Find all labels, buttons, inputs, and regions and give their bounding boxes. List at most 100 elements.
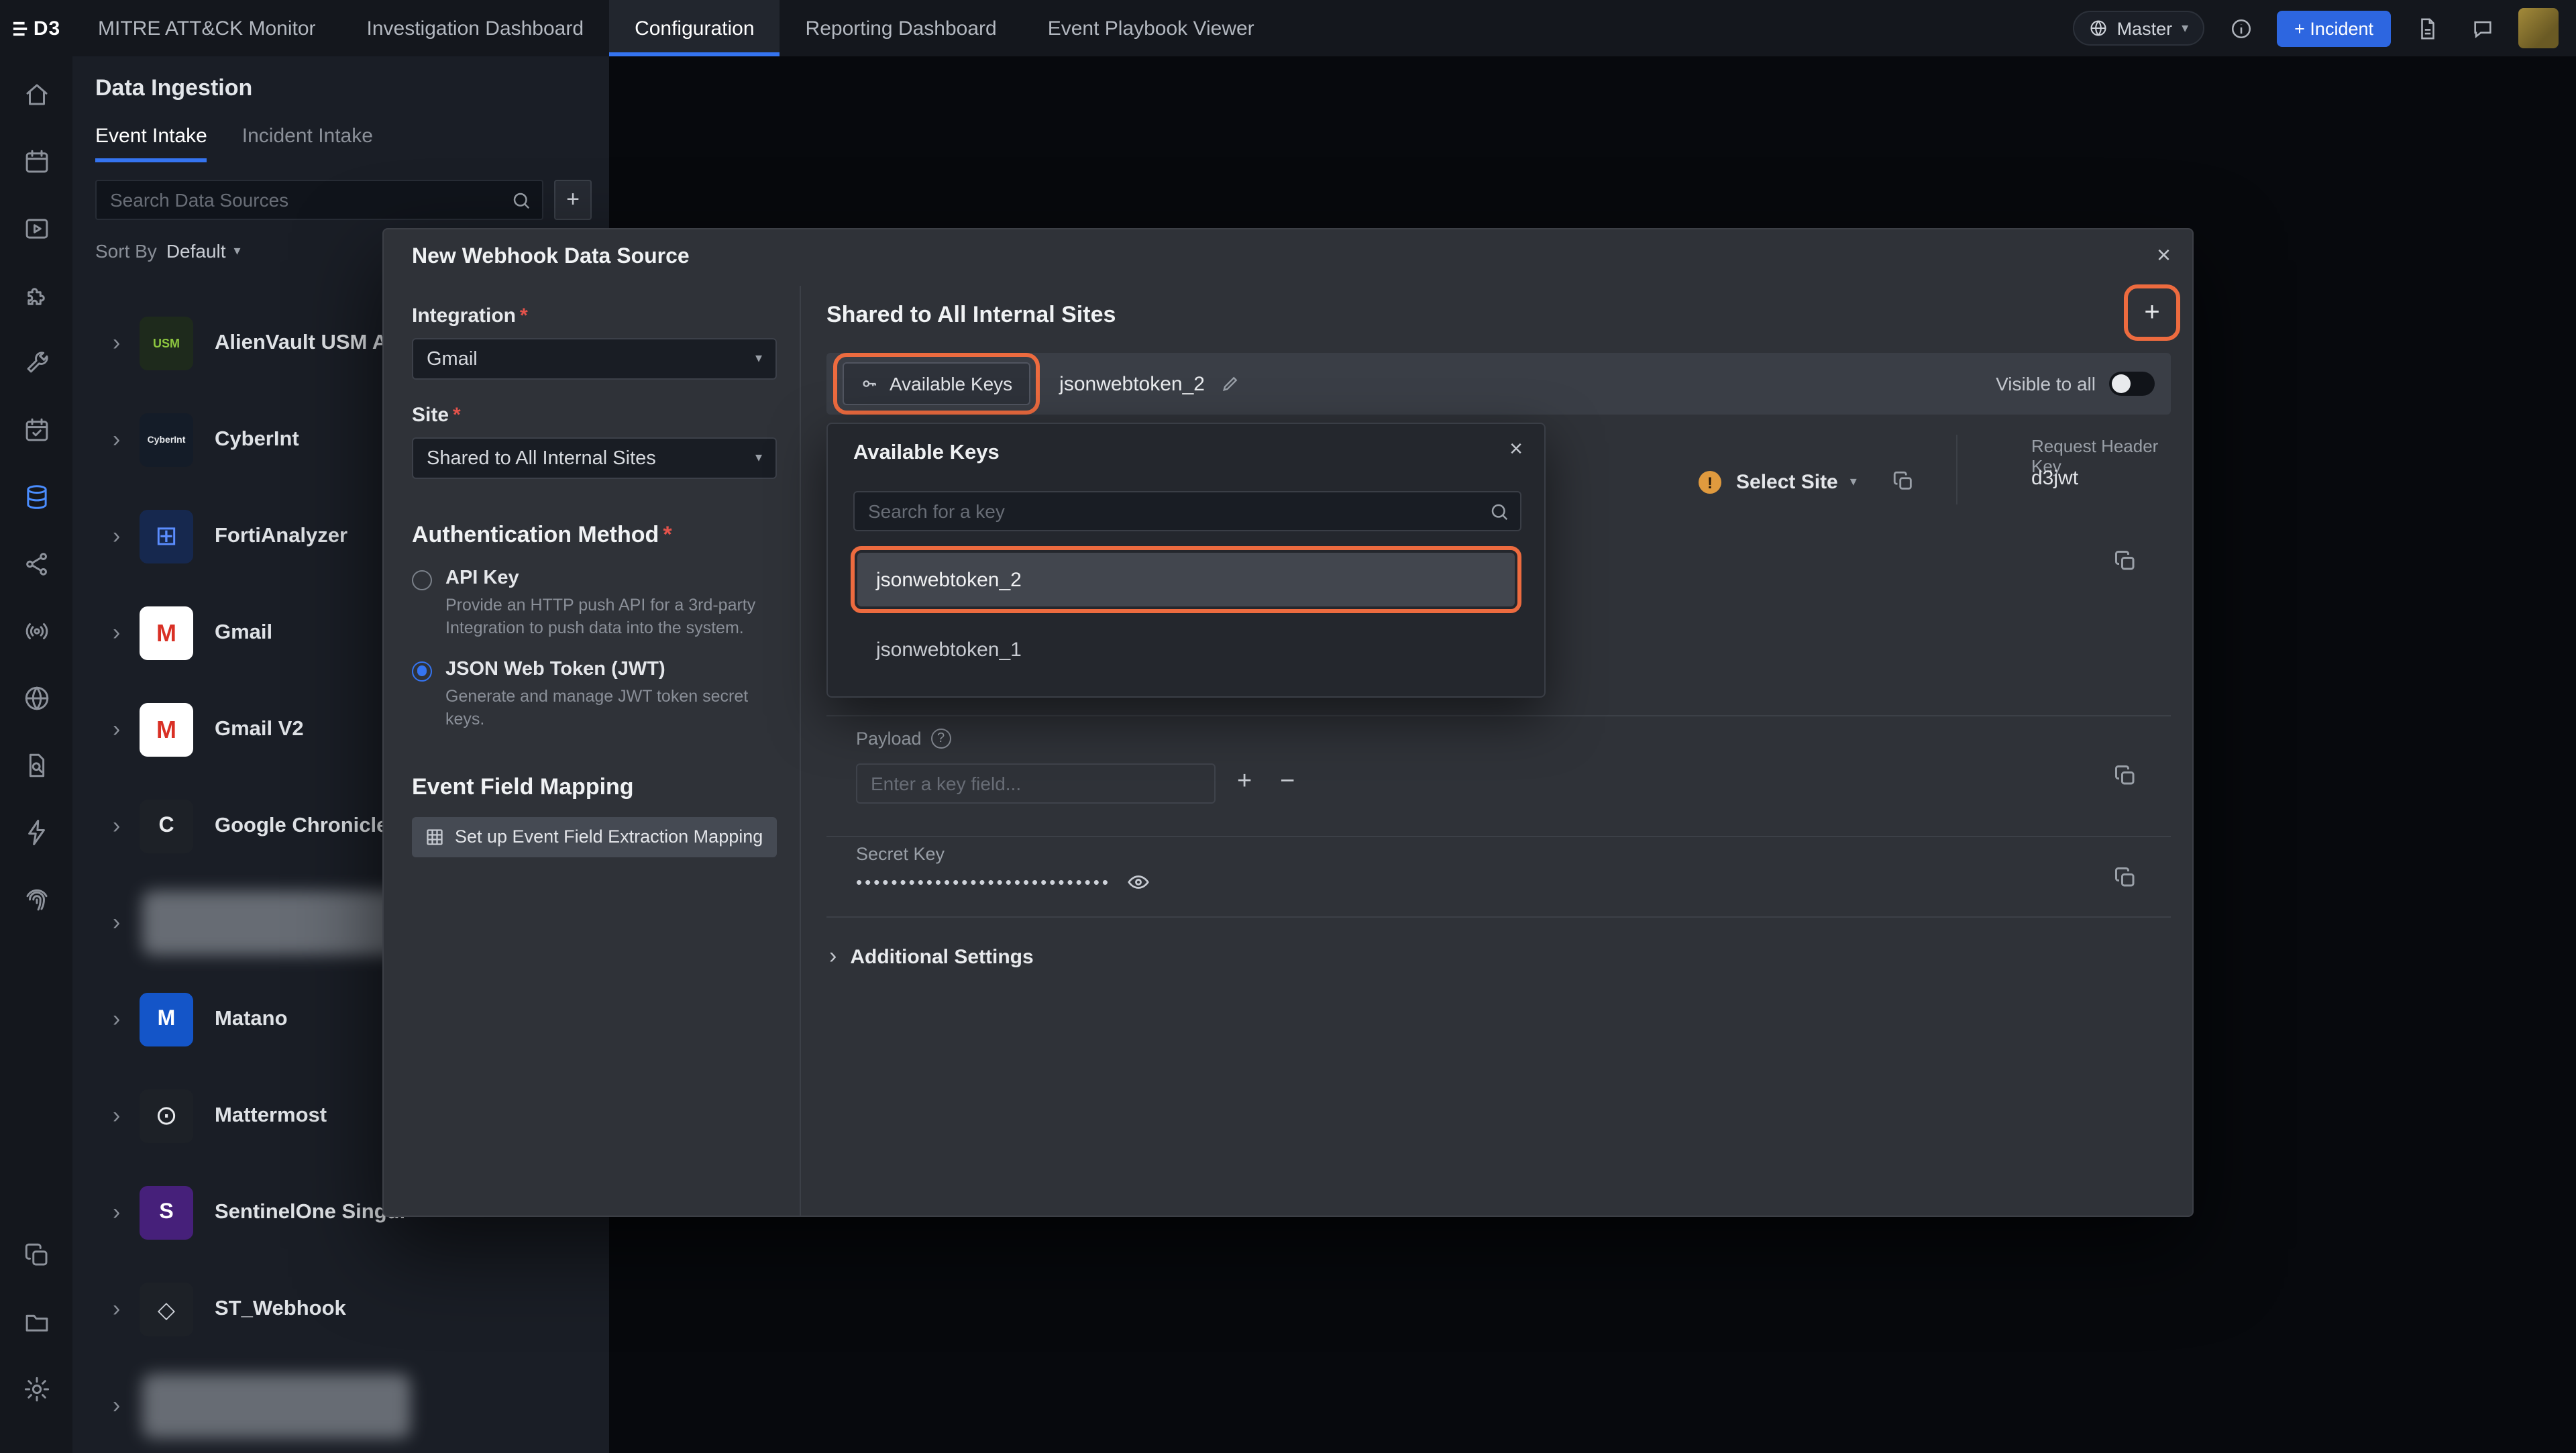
available-keys-button[interactable]: Available Keys bbox=[843, 362, 1030, 405]
nav-item[interactable]: Investigation Dashboard bbox=[341, 0, 610, 56]
document-button[interactable] bbox=[2408, 9, 2446, 47]
new-webhook-modal: New Webhook Data Source × Integration* G… bbox=[382, 228, 2194, 1217]
select-site-dropdown[interactable]: Select Site ▾ bbox=[1736, 471, 1857, 494]
chevron-right-icon[interactable]: › bbox=[113, 330, 137, 357]
site-selector[interactable]: Master ▾ bbox=[2073, 11, 2205, 46]
chat-button[interactable] bbox=[2463, 9, 2501, 47]
user-avatar[interactable] bbox=[2518, 8, 2559, 48]
calendar-icon[interactable] bbox=[12, 137, 60, 185]
payload-key-field-input[interactable] bbox=[856, 763, 1216, 804]
utilities-icon[interactable] bbox=[12, 338, 60, 386]
new-incident-button[interactable]: + Incident bbox=[2277, 10, 2391, 46]
add-key-field-icon[interactable]: + bbox=[1237, 769, 1252, 794]
chat-icon bbox=[2471, 17, 2493, 40]
info-button[interactable] bbox=[2222, 9, 2259, 47]
visible-to-all-toggle[interactable] bbox=[2109, 372, 2155, 396]
copy-icon[interactable] bbox=[1892, 470, 1915, 492]
add-data-source-button[interactable]: + bbox=[554, 180, 592, 220]
divider bbox=[826, 715, 2171, 716]
settings-gear-icon[interactable] bbox=[12, 1364, 60, 1413]
nav-item[interactable]: Configuration bbox=[609, 0, 780, 56]
data-source-icon-text: C bbox=[158, 816, 174, 837]
nav-item[interactable]: MITRE ATT&CK Monitor bbox=[72, 0, 341, 56]
sort-dropdown[interactable]: Default ▾ bbox=[166, 240, 241, 262]
popup-title: Available Keys bbox=[853, 441, 1000, 466]
nav-item[interactable]: Event Playbook Viewer bbox=[1022, 0, 1280, 56]
copy-icon[interactable] bbox=[2113, 763, 2137, 788]
chevron-right-icon[interactable]: › bbox=[113, 523, 137, 550]
copy-icon[interactable] bbox=[2113, 865, 2137, 890]
modal-close-icon[interactable]: × bbox=[2157, 243, 2171, 267]
integrations-icon[interactable] bbox=[12, 271, 60, 319]
key-list-item[interactable]: jsonwebtoken_1 bbox=[857, 623, 1515, 676]
copy-icon[interactable] bbox=[2113, 549, 2137, 573]
broadcast-icon[interactable] bbox=[12, 606, 60, 655]
data-source-name: SentinelOne Singul bbox=[215, 1201, 405, 1225]
data-source-icon: C bbox=[140, 800, 193, 853]
chevron-right-icon[interactable]: › bbox=[113, 813, 137, 840]
add-key-button[interactable]: + bbox=[2132, 292, 2172, 333]
show-secret-eye-icon[interactable] bbox=[1127, 871, 1150, 894]
nav-item-label: MITRE ATT&CK Monitor bbox=[98, 17, 316, 40]
key-list-item[interactable]: jsonwebtoken_2 bbox=[857, 553, 1515, 606]
globe-icon[interactable] bbox=[12, 674, 60, 722]
auth-option-description: Generate and manage JWT token secret key… bbox=[445, 686, 757, 731]
home-icon[interactable] bbox=[12, 70, 60, 118]
search-row: + bbox=[72, 162, 609, 220]
nav-item[interactable]: Reporting Dashboard bbox=[780, 0, 1022, 56]
integration-select[interactable]: Gmail ▾ bbox=[412, 338, 777, 380]
required-asterisk: * bbox=[453, 404, 461, 427]
data-source-icon-text: M bbox=[158, 1009, 176, 1030]
key-icon bbox=[860, 374, 879, 393]
data-source-row[interactable]: › bbox=[72, 1358, 609, 1453]
modal-title: New Webhook Data Source bbox=[412, 246, 690, 270]
schedule-icon[interactable] bbox=[12, 405, 60, 453]
copy-stack-icon[interactable] bbox=[12, 1230, 60, 1279]
popup-search-box bbox=[853, 491, 1521, 531]
event-field-mapping-heading: Event Field Mapping bbox=[412, 773, 777, 800]
search-box bbox=[95, 180, 543, 220]
data-source-icon-text: ⊞ bbox=[155, 523, 178, 550]
chevron-right-icon[interactable]: › bbox=[113, 427, 137, 453]
fingerprint-icon[interactable] bbox=[12, 875, 60, 923]
help-icon[interactable]: ? bbox=[931, 729, 951, 749]
folder-icon[interactable] bbox=[12, 1297, 60, 1346]
chevron-right-icon[interactable]: › bbox=[113, 716, 137, 743]
chevron-right-icon[interactable]: › bbox=[113, 620, 137, 647]
auth-option[interactable]: API Key Provide an HTTP push API for a 3… bbox=[412, 568, 777, 640]
data-ingestion-icon[interactable] bbox=[12, 472, 60, 521]
additional-settings-toggle[interactable]: › Additional Settings bbox=[829, 943, 1034, 970]
d3-logo[interactable]: D3 bbox=[0, 0, 72, 56]
toggle-knob bbox=[2112, 374, 2131, 393]
radio-icon[interactable] bbox=[412, 570, 432, 590]
secret-key-row: ••••••••••••••••••••••••••••• bbox=[856, 871, 1150, 894]
key-search-input[interactable] bbox=[853, 491, 1521, 531]
chevron-right-icon[interactable]: › bbox=[113, 1393, 137, 1419]
radio-icon[interactable] bbox=[412, 661, 432, 682]
chevron-right-icon[interactable]: › bbox=[113, 1103, 137, 1130]
chevron-right-icon[interactable]: › bbox=[113, 1296, 137, 1323]
edit-key-icon[interactable] bbox=[1221, 374, 1240, 393]
info-icon bbox=[2229, 17, 2252, 40]
file-search-icon[interactable] bbox=[12, 741, 60, 789]
search-data-sources-input[interactable] bbox=[95, 180, 543, 220]
grid-icon bbox=[425, 827, 444, 846]
site-select[interactable]: Shared to All Internal Sites ▾ bbox=[412, 437, 777, 479]
setup-field-mapping-button[interactable]: Set up Event Field Extraction Mapping bbox=[412, 816, 776, 857]
remove-key-field-icon[interactable]: − bbox=[1280, 769, 1295, 794]
data-source-name: Mattermost bbox=[215, 1104, 327, 1128]
auth-method-heading: Authentication Method* bbox=[412, 522, 777, 549]
auth-option[interactable]: JSON Web Token (JWT) Generate and manage… bbox=[412, 659, 777, 731]
popup-close-icon[interactable]: × bbox=[1509, 437, 1523, 460]
auth-option-description: Provide an HTTP push API for a 3rd-party… bbox=[445, 594, 757, 640]
automation-bolt-icon[interactable] bbox=[12, 808, 60, 856]
tab[interactable]: Event Intake bbox=[95, 125, 207, 162]
document-icon bbox=[2416, 17, 2438, 40]
playbook-icon[interactable] bbox=[12, 204, 60, 252]
data-source-row[interactable]: › ◇ ST_Webhook bbox=[72, 1261, 609, 1358]
chevron-right-icon[interactable]: › bbox=[113, 1006, 137, 1033]
chevron-right-icon[interactable]: › bbox=[113, 910, 137, 936]
tab[interactable]: Incident Intake bbox=[242, 125, 373, 162]
chevron-right-icon[interactable]: › bbox=[113, 1199, 137, 1226]
connections-icon[interactable] bbox=[12, 539, 60, 588]
